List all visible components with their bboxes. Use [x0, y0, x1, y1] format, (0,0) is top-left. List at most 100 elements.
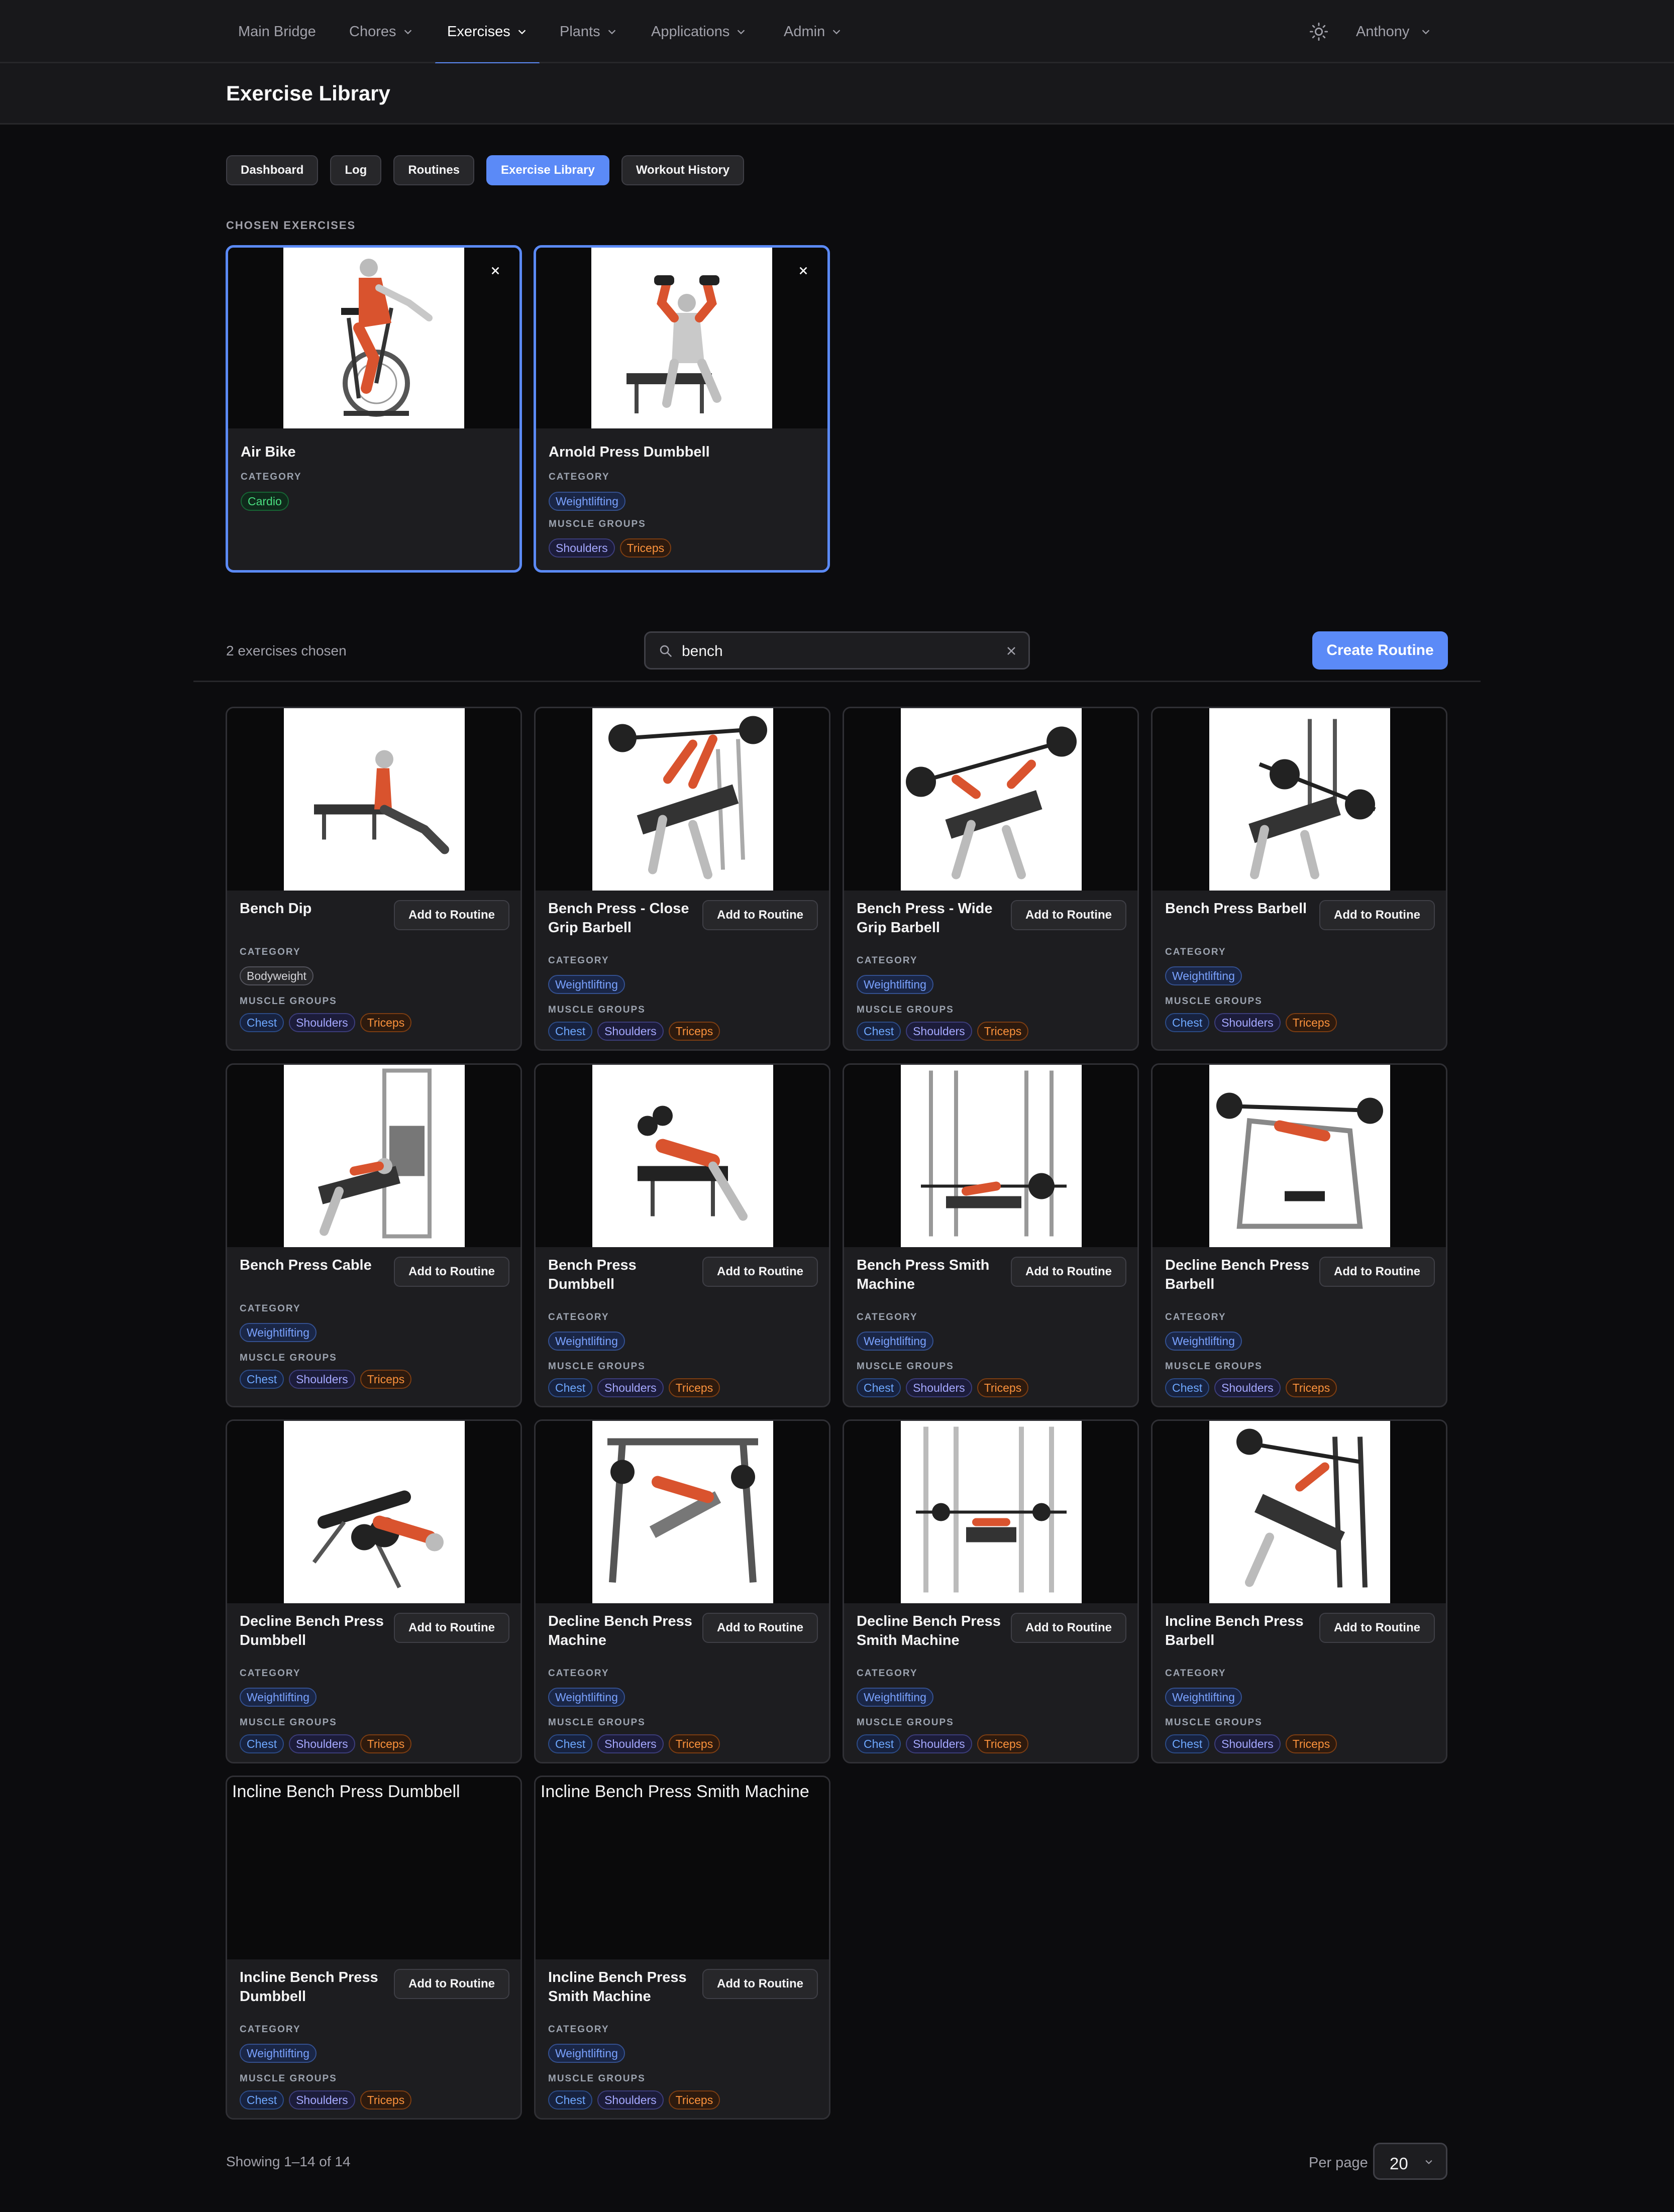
tab-log[interactable]: Log: [330, 155, 382, 185]
category-tag: Cardio: [241, 492, 289, 511]
add-to-routine-button[interactable]: Add to Routine: [702, 1969, 818, 1999]
chevron-down-icon: [736, 26, 747, 37]
chosen-exercises-label: CHOSEN EXERCISES: [226, 219, 356, 232]
muscle-tag: Chest: [857, 1378, 901, 1397]
add-to-routine-button[interactable]: Add to Routine: [1319, 1257, 1435, 1287]
muscle-tag: Shoulders: [289, 1734, 355, 1753]
nav-plants[interactable]: Plants: [560, 0, 617, 63]
muscle-groups-label: MUSCLE GROUPS: [1165, 996, 1263, 1007]
exercise-image-area: [1153, 1421, 1446, 1603]
muscle-groups-label: MUSCLE GROUPS: [548, 1717, 646, 1728]
add-to-routine-button[interactable]: Add to Routine: [1011, 900, 1126, 930]
add-to-routine-button[interactable]: Add to Routine: [702, 900, 818, 930]
exercise-image: [284, 1065, 465, 1247]
exercise-card[interactable]: Bench Press - Wide Grip Barbell Add to Ro…: [843, 707, 1139, 1051]
search-input[interactable]: bench: [644, 631, 1030, 670]
remove-icon[interactable]: [482, 258, 508, 284]
add-to-routine-button[interactable]: Add to Routine: [394, 1969, 509, 1999]
sun-icon[interactable]: [1309, 22, 1328, 41]
category-label: CATEGORY: [548, 1668, 609, 1679]
add-to-routine-button[interactable]: Add to Routine: [394, 900, 509, 930]
exercise-card[interactable]: Incline Bench Press Smith Machine Incline…: [534, 1776, 830, 2120]
exercise-name: Decline Bench Press Dumbbell: [240, 1613, 384, 1648]
exercise-card[interactable]: Bench Press Dumbbell Add to Routine CATEGO…: [534, 1063, 830, 1407]
chosen-card-arnold-press[interactable]: Arnold Press Dumbbell CATEGORY Weightlif…: [534, 245, 830, 573]
chevron-down-icon: [831, 26, 842, 37]
page-header: Exercise Library: [0, 63, 1674, 125]
exercise-image: [1209, 708, 1390, 891]
muscle-tag: Chest: [857, 1734, 901, 1753]
add-to-routine-button[interactable]: Add to Routine: [394, 1257, 509, 1287]
category-label: CATEGORY: [857, 1668, 918, 1679]
per-page-select[interactable]: 20: [1373, 2143, 1447, 2180]
exercise-image: [284, 1421, 465, 1603]
exercise-card[interactable]: Bench Press Barbell Add to Routine CATEGOR…: [1151, 707, 1447, 1051]
category-label: CATEGORY: [548, 955, 609, 966]
muscle-tag: Chest: [240, 1013, 284, 1032]
tab-routines[interactable]: Routines: [393, 155, 475, 185]
exercise-card[interactable]: Bench Dip Add to Routine CATEGORY Bodyweigh…: [226, 707, 522, 1051]
sub-tabs: Dashboard Log Routines Exercise Library …: [226, 155, 745, 185]
add-to-routine-button[interactable]: Add to Routine: [1319, 900, 1435, 930]
muscle-tag: Triceps: [1285, 1734, 1337, 1753]
category-label: CATEGORY: [240, 947, 301, 957]
nav-admin[interactable]: Admin: [784, 0, 842, 63]
category-label: CATEGORY: [1165, 1668, 1226, 1679]
muscle-tag: Triceps: [668, 1734, 720, 1753]
nav-exercises[interactable]: Exercises: [435, 0, 540, 65]
user-menu[interactable]: Anthony: [1356, 0, 1431, 63]
exercise-card[interactable]: Bench Press Cable Add to Routine CATEGORY W…: [226, 1063, 522, 1407]
category-tag: Weightlifting: [240, 2044, 317, 2063]
category-tags: Weightlifting: [548, 975, 625, 994]
tab-dashboard[interactable]: Dashboard: [226, 155, 319, 185]
nav-applications[interactable]: Applications: [651, 0, 747, 63]
exercise-card[interactable]: Incline Bench Press Dumbbell Incline Benc…: [226, 1776, 522, 2120]
tab-workout-history[interactable]: Workout History: [621, 155, 745, 185]
exercise-card[interactable]: Bench Press Smith Machine Add to Routine C…: [843, 1063, 1139, 1407]
exercise-card[interactable]: Bench Press - Close Grip Barbell Add to R…: [534, 707, 830, 1051]
exercise-name: Bench Dip: [240, 901, 312, 917]
nav-main-bridge[interactable]: Main Bridge: [238, 0, 316, 63]
exercise-name: Bench Press Cable: [240, 1257, 372, 1273]
muscle-tag: Triceps: [668, 1378, 720, 1397]
exercise-card[interactable]: Decline Bench Press Dumbbell Add to Routi…: [226, 1419, 522, 1763]
muscle-tags: Chest Shoulders Triceps: [240, 1734, 412, 1753]
muscle-groups-label: MUSCLE GROUPS: [240, 1717, 337, 1728]
exercise-card[interactable]: Decline Bench Press Smith Machine Add to …: [843, 1419, 1139, 1763]
tab-exercise-library[interactable]: Exercise Library: [486, 155, 609, 185]
muscle-tags: Chest Shoulders Triceps: [1165, 1013, 1337, 1032]
category-label: CATEGORY: [240, 1303, 301, 1314]
add-to-routine-button[interactable]: Add to Routine: [394, 1613, 509, 1643]
nav-chores[interactable]: Chores: [349, 0, 413, 63]
exercise-name: Arnold Press Dumbbell: [549, 444, 710, 460]
add-to-routine-button[interactable]: Add to Routine: [702, 1613, 818, 1643]
exercise-card[interactable]: Decline Bench Press Barbell Add to Routin…: [1151, 1063, 1447, 1407]
exercise-card[interactable]: Incline Bench Press Barbell Add to Routin…: [1151, 1419, 1447, 1763]
exercise-card[interactable]: Decline Bench Press Machine Add to Routin…: [534, 1419, 830, 1763]
exercise-name: Incline Bench Press Smith Machine: [548, 1969, 687, 2005]
category-tags: Weightlifting: [857, 1688, 933, 1707]
muscle-tag: Triceps: [360, 2090, 412, 2110]
clear-icon[interactable]: [1005, 645, 1017, 657]
create-routine-button[interactable]: Create Routine: [1312, 631, 1448, 670]
exercise-image: [591, 248, 772, 428]
exercise-name: Decline Bench Press Machine: [548, 1613, 692, 1648]
muscle-tag: Triceps: [977, 1378, 1029, 1397]
chosen-card-air-bike[interactable]: Air Bike CATEGORY Cardio: [226, 245, 522, 573]
exercise-image-area: [227, 1065, 520, 1247]
category-tag: Weightlifting: [857, 1332, 933, 1351]
add-to-routine-button[interactable]: Add to Routine: [1319, 1613, 1435, 1643]
add-to-routine-button[interactable]: Add to Routine: [1011, 1257, 1126, 1287]
add-to-routine-button[interactable]: Add to Routine: [1011, 1613, 1126, 1643]
muscle-tag: Triceps: [1285, 1378, 1337, 1397]
add-to-routine-button[interactable]: Add to Routine: [702, 1257, 818, 1287]
muscle-tag: Shoulders: [289, 2090, 355, 2110]
search-value: bench: [682, 643, 723, 659]
exercise-image-area: [844, 1421, 1137, 1603]
category-tag: Weightlifting: [548, 2044, 625, 2063]
remove-icon[interactable]: [790, 258, 816, 284]
category-tag: Weightlifting: [549, 492, 625, 511]
muscle-tag: Triceps: [360, 1013, 412, 1032]
chevron-down-icon: [402, 26, 413, 37]
exercise-image-area: [844, 708, 1137, 891]
